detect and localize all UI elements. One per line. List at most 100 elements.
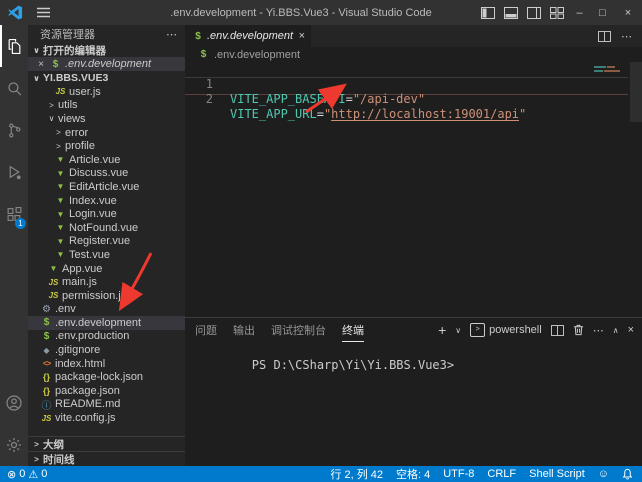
tree-item-Index.vue[interactable]: ▼ Index.vue [28,194,185,208]
tree-item-App.vue[interactable]: ▼ App.vue [28,262,185,276]
eol-indicator[interactable]: CRLF [487,468,516,480]
extensions-icon[interactable]: 1 [0,193,28,235]
toggle-sidebar-icon[interactable] [476,0,499,25]
tree-item-README.md[interactable]: ⓘ README.md [28,398,185,412]
feedback-smiley-icon[interactable]: ☺ [598,468,609,480]
split-terminal-icon[interactable] [551,325,564,336]
panel-tab-终端[interactable]: 终端 [342,318,364,342]
language-indicator[interactable]: Shell Script [529,468,585,480]
code-area[interactable]: 1 VITE_APP_BASEAPI="/api-dev" 2 VITE_APP… [185,62,642,318]
encoding-indicator[interactable]: UTF-8 [443,468,474,480]
tree-item-package-lock.json[interactable]: {} package-lock.json [28,370,185,384]
maximize-button[interactable]: □ [591,0,614,25]
new-terminal-icon[interactable]: + [438,322,446,338]
env-file-icon: $ [197,49,210,60]
file-type-icon: ⚙ [40,304,53,315]
code-variable: VITE_APP_URL [230,107,317,121]
tree-item-utils[interactable]: > utils [28,99,185,113]
close-button[interactable]: × [614,0,642,25]
indent-indicator[interactable]: 空格: 4 [396,466,430,482]
code-url-link[interactable]: http://localhost:19001/api [331,107,519,121]
extensions-badge: 1 [15,218,26,229]
source-control-icon[interactable] [0,109,28,151]
close-panel-icon[interactable]: × [628,324,634,336]
line-col-indicator[interactable]: 行 2, 列 42 [330,466,383,482]
chevron-down-icon: ∨ [32,46,41,55]
panel-tab-问题[interactable]: 问题 [195,318,217,342]
outline-section-header[interactable]: > 大纲 [28,436,185,451]
menu-icon[interactable] [30,7,56,18]
tree-item-Discuss.vue[interactable]: ▼ Discuss.vue [28,167,185,181]
problems-indicator[interactable]: ⊗ 0 ⚠ 0 [7,468,47,481]
tree-item-profile[interactable]: > profile [28,139,185,153]
file-type-icon: JS [47,291,60,300]
tree-item-EditArticle.vue[interactable]: ▼ EditArticle.vue [28,180,185,194]
shell-selector[interactable]: > powershell [470,323,542,337]
folder-chevron-icon: ∨ [47,114,56,123]
terminal-dropdown-icon[interactable]: ∨ [455,326,461,335]
tree-item-Test.vue[interactable]: ▼ Test.vue [28,248,185,262]
chevron-right-icon: > [32,455,41,464]
panel-tab-输出[interactable]: 输出 [233,318,255,342]
editor-tab-bar: $ .env.development × ⋯ [185,25,642,47]
warning-icon: ⚠ [28,468,38,481]
breadcrumb[interactable]: $ .env.development [185,47,642,62]
toggle-secondary-sidebar-icon[interactable] [522,0,545,25]
file-type-icon: $ [40,331,53,342]
tree-item-.gitignore[interactable]: ◆ .gitignore [28,343,185,357]
more-actions-icon[interactable]: ⋯ [621,30,632,43]
file-type-icon: ◆ [40,346,53,355]
tree-item-.env[interactable]: ⚙ .env [28,303,185,317]
tree-item-Register.vue[interactable]: ▼ Register.vue [28,235,185,249]
tab-env-development[interactable]: $ .env.development × [185,25,311,47]
file-type-icon: ▼ [54,237,67,246]
vscode-window: .env.development - Yi.BBS.Vue3 - Visual … [0,0,642,482]
terminal-output[interactable]: PS D:\CSharp\Yi\Yi.BBS.Vue3> [194,344,638,386]
kill-terminal-icon[interactable] [573,324,584,336]
tree-item-.env.development[interactable]: $ .env.development [28,316,185,330]
folder-chevron-icon: > [54,142,63,151]
account-icon[interactable] [0,382,28,424]
terminal-prompt: PS D:\CSharp\Yi\Yi.BBS.Vue3> [252,358,454,372]
error-icon: ⊗ [7,468,16,481]
line-number: 2 [185,92,213,107]
tree-item-main.js[interactable]: JS main.js [28,275,185,289]
open-editors-header[interactable]: ∨ 打开的编辑器 [28,43,185,57]
folder-chevron-icon: > [54,128,63,137]
tree-item-permission.js[interactable]: JS permission.js [28,289,185,303]
notifications-bell-icon[interactable] [622,468,633,480]
minimize-button[interactable]: – [568,0,591,25]
customize-layout-icon[interactable] [545,0,568,25]
explorer-icon[interactable] [0,25,28,67]
timeline-section-header[interactable]: > 时间线 [28,451,185,466]
tree-item-views[interactable]: ∨ views [28,112,185,126]
project-section-header[interactable]: ∨ YI.BBS.VUE3 [28,71,185,85]
chevron-down-icon: ∨ [32,74,41,83]
run-debug-icon[interactable] [0,151,28,193]
settings-gear-icon[interactable] [0,424,28,466]
panel-tab-调试控制台[interactable]: 调试控制台 [271,318,326,342]
minimap[interactable] [594,66,628,74]
tree-item-package.json[interactable]: {} package.json [28,384,185,398]
tree-item-user.js[interactable]: JS user.js [28,85,185,99]
tab-close-icon[interactable]: × [299,30,305,42]
open-editor-item-env-development[interactable]: × $ .env.development [28,57,185,71]
split-editor-icon[interactable] [598,31,611,42]
tree-item-NotFound.vue[interactable]: ▼ NotFound.vue [28,221,185,235]
tree-item-error[interactable]: > error [28,126,185,140]
editor-group: $ .env.development × ⋯ $ .env.developmen… [185,25,642,466]
toggle-panel-icon[interactable] [499,0,522,25]
tree-item-Login.vue[interactable]: ▼ Login.vue [28,207,185,221]
search-icon[interactable] [0,67,28,109]
file-type-icon: ▼ [47,264,60,273]
panel-more-icon[interactable]: ⋯ [593,324,604,337]
editor-scrollbar[interactable] [630,62,642,122]
explorer-more-actions-icon[interactable]: ⋯ [166,28,177,41]
maximize-panel-icon[interactable]: ∧ [613,326,619,335]
tree-item-Article.vue[interactable]: ▼ Article.vue [28,153,185,167]
tree-item-index.html[interactable]: <> index.html [28,357,185,371]
file-type-icon: <> [40,359,53,368]
tree-item-.env.production[interactable]: $ .env.production [28,330,185,344]
close-icon[interactable]: × [36,59,46,70]
tree-item-vite.config.js[interactable]: JS vite.config.js [28,411,185,425]
